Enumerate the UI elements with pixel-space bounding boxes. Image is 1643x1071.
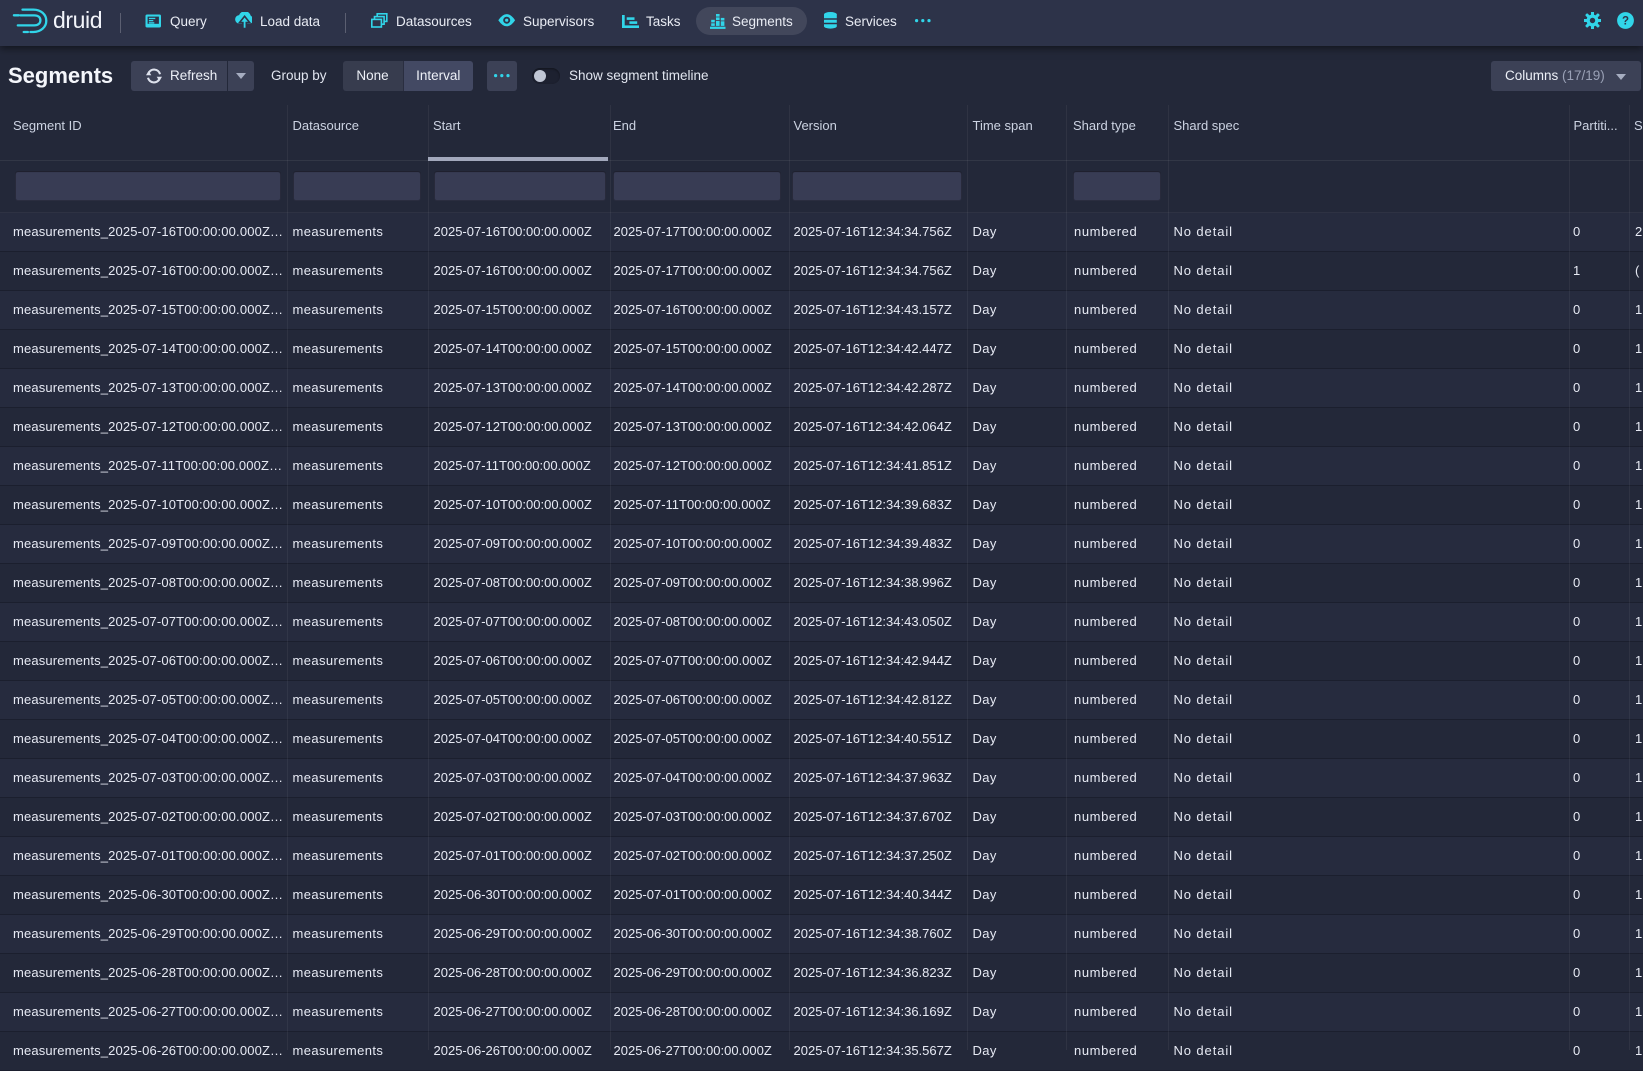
svg-text:?: ? bbox=[1621, 16, 1628, 28]
